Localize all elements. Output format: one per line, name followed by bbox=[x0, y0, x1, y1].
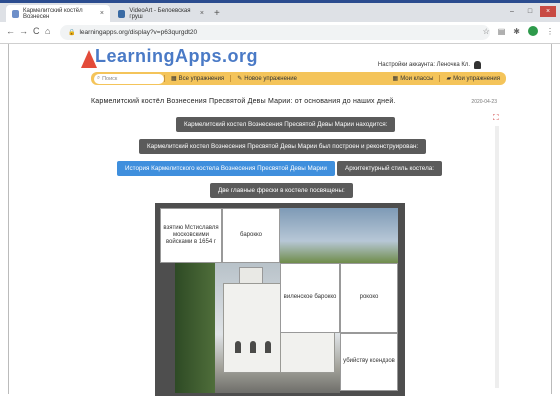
reload-icon[interactable]: C bbox=[33, 26, 40, 36]
scrollbar[interactable] bbox=[495, 126, 499, 388]
pencil-icon: ✎ bbox=[237, 76, 243, 82]
answer-card[interactable]: рококо bbox=[340, 263, 398, 333]
site-logo[interactable]: LearningApps.org bbox=[95, 46, 258, 67]
answer-card[interactable]: барокко bbox=[222, 208, 280, 263]
window-image bbox=[265, 341, 271, 353]
back-icon[interactable]: ← bbox=[6, 26, 15, 36]
window-image bbox=[235, 341, 241, 353]
classes-icon: ▦ bbox=[392, 76, 399, 82]
tree-image bbox=[175, 263, 215, 393]
user-icon bbox=[474, 61, 481, 69]
menu-label: Мои классы bbox=[400, 75, 434, 82]
menu-label: Мои упражнения bbox=[453, 75, 500, 82]
home-icon[interactable]: ⌂ bbox=[45, 26, 50, 36]
tab-close-icon[interactable]: × bbox=[200, 10, 204, 17]
menu-my-classes[interactable]: ▦ Мои классы bbox=[387, 75, 440, 83]
grid-icon: ▦ bbox=[171, 76, 177, 82]
tab-videoart[interactable]: VideoArt - Белоевская груш × bbox=[112, 5, 210, 22]
bookmark-star-icon[interactable]: ☆ bbox=[483, 27, 490, 36]
window-controls: – □ × bbox=[504, 6, 556, 17]
fullscreen-icon[interactable]: ⛶ bbox=[493, 114, 501, 122]
window-image bbox=[250, 341, 256, 353]
exercise-date: 2020-04-23 bbox=[471, 99, 497, 105]
church-photo-piece bbox=[175, 263, 280, 393]
close-window-button[interactable]: × bbox=[540, 6, 556, 17]
lock-icon: 🔒 bbox=[68, 30, 76, 36]
question-chip[interactable]: Кармелитский костел Вознесения Пресвятой… bbox=[139, 139, 427, 154]
answer-card[interactable]: взятию Мстиславля московскими войсками в… bbox=[160, 208, 222, 263]
menu-kebab-icon[interactable]: ⋮ bbox=[546, 27, 554, 36]
search-placeholder: Поиск bbox=[102, 75, 118, 82]
puzzle-extension-icon[interactable]: ✱ bbox=[513, 27, 520, 36]
tab-learningapps[interactable]: Кармелитский костёл Вознесен × bbox=[6, 5, 110, 22]
menu-my-exercises[interactable]: ▰ Мои упражнения bbox=[439, 75, 506, 82]
tab-title: Кармелитский костёл Вознесен bbox=[23, 7, 83, 20]
question-chip[interactable]: Две главные фрески в костеле посвящены: bbox=[210, 183, 353, 198]
question-chip-active[interactable]: История Кармелитского костела Вознесения… bbox=[117, 161, 335, 176]
main-menu-bar: ⌕ Поиск ▦ Все упражнения ✎ Новое упражне… bbox=[91, 72, 506, 85]
tab-close-icon[interactable]: × bbox=[100, 10, 104, 17]
tab-favicon-icon bbox=[118, 9, 126, 18]
exercise-title: Кармелитский костёл Вознесения Пресвятой… bbox=[91, 98, 396, 105]
sky-photo-piece bbox=[280, 208, 398, 263]
forward-icon[interactable]: → bbox=[19, 26, 28, 36]
folder-icon: ▰ bbox=[446, 76, 452, 82]
tab-title: VideoArt - Белоевская груш bbox=[129, 7, 191, 20]
profile-avatar[interactable] bbox=[528, 26, 538, 36]
url-field[interactable]: 🔒 learningapps.org/display?v=p63qurgdt20 bbox=[60, 25, 490, 40]
menu-all-exercises[interactable]: ▦ Все упражнения bbox=[164, 75, 230, 82]
toolbar-icons: ☆ ▤ ✱ ⋮ bbox=[483, 26, 554, 36]
browser-tab-bar: Кармелитский костёл Вознесен × VideoArt … bbox=[0, 0, 560, 22]
question-chip[interactable]: Архитектурный стиль костела: bbox=[337, 161, 443, 176]
maximize-button[interactable]: □ bbox=[522, 6, 538, 17]
search-input[interactable]: ⌕ Поиск bbox=[94, 73, 164, 84]
address-bar-row: ← → C ⌂ 🔒 learningapps.org/display?v=p63… bbox=[0, 22, 560, 44]
account-label: Настройки аккаунта: Леночка Кл. bbox=[377, 62, 470, 68]
tab-favicon-icon bbox=[12, 9, 20, 18]
new-tab-button[interactable]: + bbox=[214, 8, 220, 19]
minimize-button[interactable]: – bbox=[504, 6, 520, 17]
account-settings-link[interactable]: Настройки аккаунта: Леночка Кл. bbox=[378, 61, 481, 69]
menu-label: Новое упражнение bbox=[244, 75, 297, 82]
church-image bbox=[223, 283, 280, 373]
url-text: learningapps.org/display?v=p63qurgdt20 bbox=[79, 29, 198, 36]
puzzle-board: взятию Мстиславля московскими войсками в… bbox=[155, 203, 405, 396]
extension-icon[interactable]: ▤ bbox=[498, 27, 506, 36]
question-chip[interactable]: Кармелитский костел Вознесения Пресвятой… bbox=[176, 117, 396, 132]
search-icon: ⌕ bbox=[97, 75, 101, 81]
menu-new-exercise[interactable]: ✎ Новое упражнение bbox=[230, 75, 303, 82]
menu-label: Все упражнения bbox=[178, 75, 225, 82]
answer-card[interactable]: убийству ксендзов bbox=[340, 333, 398, 391]
answer-card[interactable]: виленское барокко bbox=[280, 263, 340, 333]
